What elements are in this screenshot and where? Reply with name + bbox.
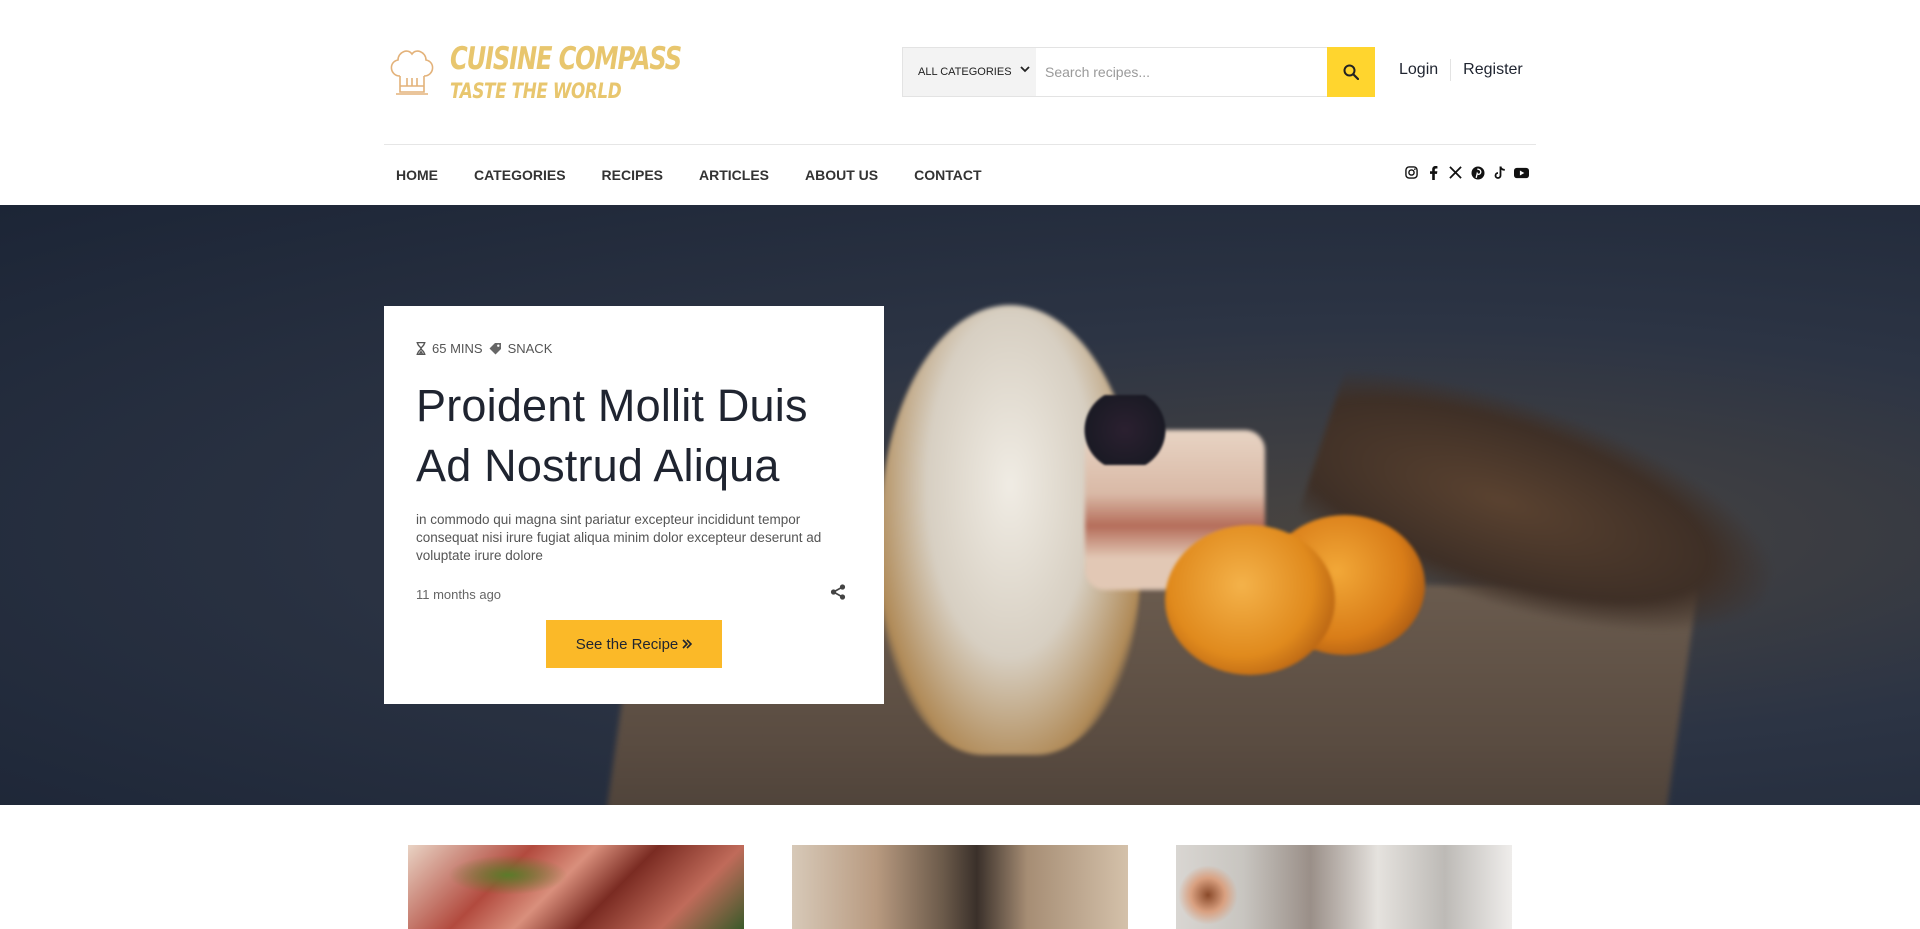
nav-home[interactable]: HOME	[384, 145, 450, 205]
recipe-duration: 65 MINS	[432, 341, 483, 356]
nav-about-us[interactable]: ABOUT US	[793, 145, 890, 205]
brand-tagline: TASTE THE WORLD	[450, 79, 622, 103]
see-recipe-button[interactable]: See the Recipe	[546, 620, 722, 668]
see-recipe-label: See the Recipe	[575, 635, 679, 653]
chef-hat-icon	[390, 50, 434, 95]
nav-recipes[interactable]: RECIPES	[590, 145, 675, 205]
site-header: CUISINE COMPASS TASTE THE WORLD ALL CATE…	[0, 0, 1920, 205]
brand-name: CUISINE COMPASS	[450, 41, 682, 77]
hero-image-orange	[1165, 525, 1335, 675]
nav-categories[interactable]: CATEGORIES	[462, 145, 578, 205]
share-icon[interactable]	[830, 584, 846, 604]
recipe-thumbnail[interactable]	[1176, 845, 1512, 929]
search-button[interactable]	[1327, 47, 1375, 97]
main-nav: HOME CATEGORIES RECIPES ARTICLES ABOUT U…	[384, 145, 1006, 205]
category-select-value: ALL CATEGORIES	[918, 66, 1012, 78]
hero-image-berries	[1080, 395, 1170, 465]
pinterest-icon[interactable]	[1470, 165, 1485, 180]
category-select[interactable]: ALL CATEGORIES	[903, 48, 1036, 96]
double-chevron-right-icon	[682, 636, 693, 653]
recipe-title[interactable]: Proident Mollit Duis Ad Nostrud Aliqua	[416, 376, 856, 496]
search-icon	[1343, 64, 1359, 80]
site-logo[interactable]: CUISINE COMPASS TASTE THE WORLD	[386, 36, 682, 110]
login-link[interactable]: Login	[1399, 61, 1438, 79]
tag-icon	[489, 342, 502, 355]
recipe-posted-time: 11 months ago	[416, 587, 502, 602]
recipe-meta: 65 MINS SNACK	[416, 341, 552, 356]
hero-section	[0, 205, 1920, 805]
recipe-thumbnail[interactable]	[792, 845, 1128, 929]
chevron-down-icon	[1020, 48, 1030, 96]
register-link[interactable]: Register	[1463, 61, 1523, 79]
nav-contact[interactable]: CONTACT	[902, 145, 993, 205]
recipe-category-link[interactable]: SNACK	[508, 341, 553, 356]
hourglass-icon	[416, 342, 426, 355]
divider	[1450, 59, 1452, 81]
social-links	[1404, 165, 1529, 180]
youtube-icon[interactable]	[1514, 165, 1529, 180]
search-bar: ALL CATEGORIES	[902, 47, 1375, 97]
recipe-thumbnail[interactable]	[408, 845, 744, 929]
facebook-icon[interactable]	[1426, 165, 1441, 180]
nav-articles[interactable]: ARTICLES	[687, 145, 781, 205]
featured-recipe-card: 65 MINS SNACK Proident Mollit Duis Ad No…	[384, 306, 884, 704]
instagram-icon[interactable]	[1404, 165, 1419, 180]
recipe-description: in commodo qui magna sint pariatur excep…	[416, 512, 822, 563]
x-icon[interactable]	[1448, 165, 1463, 180]
auth-links: Login Register	[1399, 59, 1523, 81]
search-input[interactable]	[1037, 48, 1327, 96]
tiktok-icon[interactable]	[1492, 165, 1507, 180]
